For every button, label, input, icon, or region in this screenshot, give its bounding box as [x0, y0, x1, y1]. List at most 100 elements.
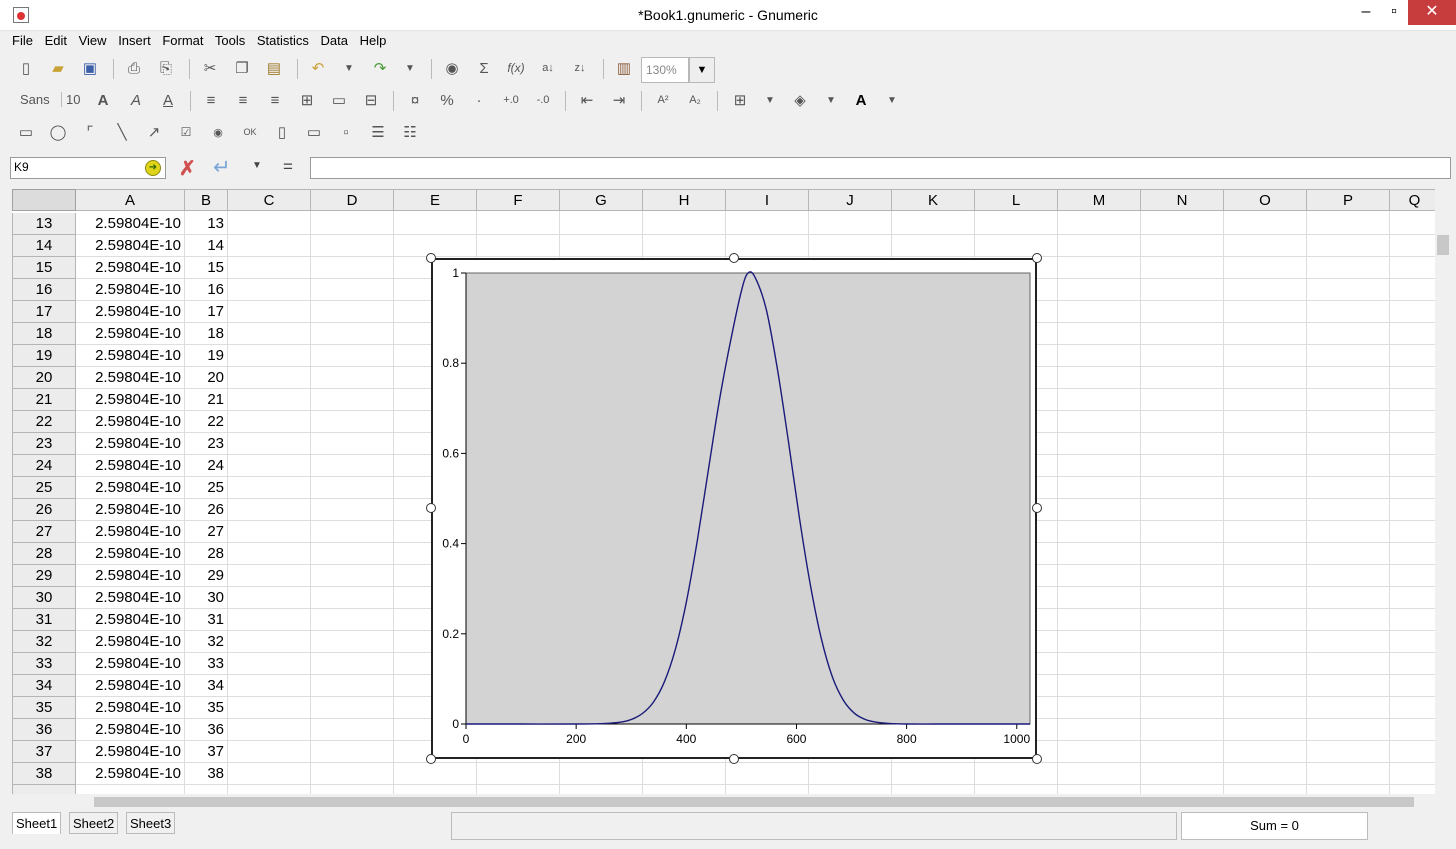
cell-b[interactable]: 29 [185, 565, 228, 586]
column-header-c[interactable]: C [228, 189, 311, 211]
cell-a[interactable]: 2.59804E-10 [76, 521, 185, 542]
row-header[interactable]: 25 [12, 477, 76, 499]
print-preview-icon[interactable]: ⎘ [155, 56, 177, 80]
align-center-icon[interactable]: ≡ [232, 88, 254, 112]
row-header[interactable]: 27 [12, 521, 76, 543]
chart-object[interactable]: 0 0.2 0.4 0.6 0.8 1 0 200 400 600 800 1000 [431, 258, 1037, 759]
new-file-icon[interactable]: ▯ [15, 56, 37, 80]
increase-indent-icon[interactable]: ⇥ [608, 88, 630, 112]
hyperlink-icon[interactable]: ◉ [441, 56, 463, 80]
button-tool-icon[interactable]: OK [239, 120, 261, 144]
resize-handle-w[interactable] [426, 503, 436, 513]
cell-a[interactable]: 2.59804E-10 [76, 279, 185, 300]
save-icon[interactable]: ▣ [79, 56, 101, 80]
horizontal-scroll-thumb[interactable] [94, 797, 1414, 807]
slider-tool-icon[interactable]: ▭ [303, 120, 325, 144]
cell-b[interactable]: 28 [185, 543, 228, 564]
cell-a[interactable]: 2.59804E-10 [76, 213, 185, 234]
cell-a[interactable]: 2.59804E-10 [76, 565, 185, 586]
cell-a[interactable]: 2.59804E-10 [76, 235, 185, 256]
undo-dropdown-icon[interactable]: ▼ [338, 56, 360, 80]
print-icon[interactable]: ⎙ [123, 56, 145, 80]
cell-b[interactable]: 36 [185, 719, 228, 740]
italic-icon[interactable]: A [125, 88, 147, 112]
thousands-icon[interactable]: · [468, 88, 490, 112]
resize-handle-se[interactable] [1032, 754, 1042, 764]
row-header[interactable]: 21 [12, 389, 76, 411]
cell-b[interactable]: 18 [185, 323, 228, 344]
copy-icon[interactable]: ❐ [231, 56, 253, 80]
decrease-indent-icon[interactable]: ⇤ [576, 88, 598, 112]
cell-a[interactable]: 2.59804E-10 [76, 389, 185, 410]
cell-a[interactable]: 2.59804E-10 [76, 455, 185, 476]
column-header-m[interactable]: M [1058, 189, 1141, 211]
bold-icon[interactable]: A [92, 88, 114, 112]
cell-b[interactable]: 35 [185, 697, 228, 718]
column-header-h[interactable]: H [643, 189, 726, 211]
paste-icon[interactable]: ▤ [263, 56, 285, 80]
cell-b[interactable]: 25 [185, 477, 228, 498]
resize-handle-nw[interactable] [426, 253, 436, 263]
row-header[interactable]: 18 [12, 323, 76, 345]
row-header[interactable]: 19 [12, 345, 76, 367]
cell-a[interactable]: 2.59804E-10 [76, 433, 185, 454]
chart-icon[interactable]: ▥ [613, 56, 635, 80]
checkbox-tool-icon[interactable]: ☑ [175, 120, 197, 144]
cell-b[interactable]: 15 [185, 257, 228, 278]
column-header-l[interactable]: L [975, 189, 1058, 211]
cell-b[interactable]: 19 [185, 345, 228, 366]
row-header[interactable]: 16 [12, 279, 76, 301]
cell-b[interactable]: 37 [185, 741, 228, 762]
horizontal-scrollbar[interactable] [76, 794, 1435, 810]
increase-decimal-icon[interactable]: +.0 [500, 88, 522, 112]
borders-icon[interactable]: ⊞ [729, 88, 751, 112]
merge-center-icon[interactable]: ⊞ [296, 88, 318, 112]
zoom-input[interactable]: 130% [641, 57, 689, 83]
row-header[interactable]: 36 [12, 719, 76, 741]
subscript-icon[interactable]: A₂ [684, 88, 706, 112]
row-header[interactable]: 24 [12, 455, 76, 477]
cell-a[interactable]: 2.59804E-10 [76, 675, 185, 696]
accept-dropdown-icon[interactable]: ▼ [252, 160, 262, 171]
superscript-icon[interactable]: A² [652, 88, 674, 112]
line-tool-icon[interactable]: ╲ [111, 120, 133, 144]
zoom-dropdown-icon[interactable]: ▼ [689, 57, 715, 83]
menu-help[interactable]: Help [360, 33, 387, 48]
column-header-g[interactable]: G [560, 189, 643, 211]
cell-b[interactable]: 31 [185, 609, 228, 630]
redo-icon[interactable]: ↷ [369, 56, 391, 80]
resize-handle-s[interactable] [729, 754, 739, 764]
cell-a[interactable]: 2.59804E-10 [76, 477, 185, 498]
rectangle-tool-icon[interactable]: ▭ [15, 120, 37, 144]
accept-edit-icon[interactable]: ↵ [213, 155, 231, 180]
font-color-icon[interactable]: A [850, 88, 872, 112]
cell-a[interactable]: 2.59804E-10 [76, 345, 185, 366]
row-header[interactable]: 30 [12, 587, 76, 609]
cell-b[interactable]: 38 [185, 763, 228, 784]
row-header[interactable]: 22 [12, 411, 76, 433]
align-right-icon[interactable]: ≡ [264, 88, 286, 112]
column-header-i[interactable]: I [726, 189, 809, 211]
percent-icon[interactable]: % [436, 88, 458, 112]
sheet-tab-2[interactable]: Sheet2 [69, 812, 119, 834]
undo-icon[interactable]: ↶ [307, 56, 329, 80]
go-arrow-icon[interactable]: ➜ [145, 160, 161, 176]
resize-handle-e[interactable] [1032, 503, 1042, 513]
row-header[interactable]: 20 [12, 367, 76, 389]
cell-b[interactable]: 22 [185, 411, 228, 432]
column-header-j[interactable]: J [809, 189, 892, 211]
cell-a[interactable]: 2.59804E-10 [76, 301, 185, 322]
row-header[interactable]: 28 [12, 543, 76, 565]
underline-icon[interactable]: A [157, 88, 179, 112]
menu-tools[interactable]: Tools [215, 33, 245, 48]
sort-descending-icon[interactable]: z↓ [569, 56, 591, 80]
cell-a[interactable]: 2.59804E-10 [76, 741, 185, 762]
cell-b[interactable]: 17 [185, 301, 228, 322]
cancel-edit-icon[interactable]: ✗ [179, 156, 196, 181]
cell-b[interactable]: 34 [185, 675, 228, 696]
cell-b[interactable]: 20 [185, 367, 228, 388]
row-header[interactable]: 38 [12, 763, 76, 785]
cell-b[interactable]: 16 [185, 279, 228, 300]
merge-cells-icon[interactable]: ▭ [328, 88, 350, 112]
menu-format[interactable]: Format [162, 33, 203, 48]
